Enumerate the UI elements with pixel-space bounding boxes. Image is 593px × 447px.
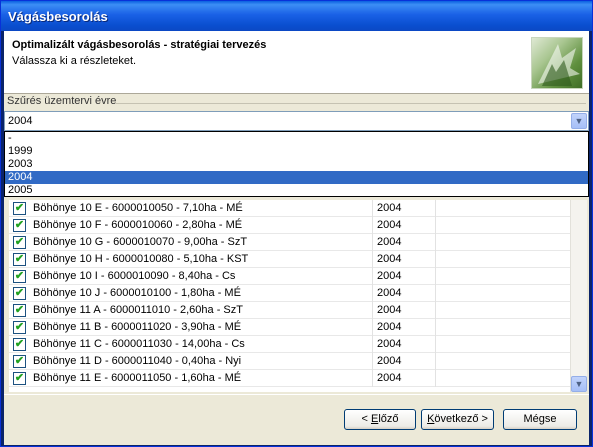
column-divider [435, 302, 436, 319]
dialog-window: Vágásbesorolás Optimalizált vágásbesorol… [0, 0, 593, 447]
window-title: Vágásbesorolás [8, 9, 108, 24]
list-item[interactable]: ✔ Böhönye 10 G - 6000010070 - 9,00ha - Sz… [9, 234, 575, 251]
item-name: Böhönye 10 G - 6000010070 - 9,00ha - SzT [33, 236, 248, 248]
header-subtitle: Válassza ki a részleteket. [12, 55, 137, 67]
checkbox[interactable]: ✔ [13, 321, 26, 334]
item-name: Böhönye 11 B - 6000011020 - 3,90ha - MÉ [33, 321, 242, 333]
scroll-down-icon[interactable]: ▼ [571, 376, 587, 392]
prev-label-post: lőző [378, 413, 399, 425]
column-divider [372, 200, 373, 217]
list-item[interactable]: ✔ Böhönye 11 D - 6000011040 - 0,40ha - Ny… [9, 353, 575, 370]
cancel-button[interactable]: Mégse [503, 409, 577, 430]
list-item[interactable]: ✔ Böhönye 11 E - 6000011050 - 1,60ha - MÉ… [9, 370, 575, 387]
list-scrollbar[interactable]: ▼ [570, 200, 587, 392]
item-name: Böhönye 10 J - 6000010100 - 1,80ha - MÉ [33, 287, 241, 299]
column-divider [372, 336, 373, 353]
column-divider [435, 251, 436, 268]
item-year: 2004 [377, 304, 402, 316]
dropdown-option-selected[interactable]: 2004 [5, 171, 588, 184]
title-bar[interactable]: Vágásbesorolás [1, 1, 592, 31]
dropdown-option[interactable]: - [5, 132, 588, 145]
list-item[interactable]: ✔ Böhönye 11 A - 6000011010 - 2,60ha - Sz… [9, 302, 575, 319]
wizard-header: Optimalizált vágásbesorolás - stratégiai… [4, 31, 589, 94]
list-item[interactable]: ✔ Böhönye 10 H - 6000010080 - 5,10ha - KS… [9, 251, 575, 268]
column-divider [372, 268, 373, 285]
dropdown-option[interactable]: 2005 [5, 184, 588, 197]
list-item[interactable]: ✔ Böhönye 10 J - 6000010100 - 1,80ha - MÉ… [9, 285, 575, 302]
column-divider [435, 200, 436, 217]
item-year: 2004 [377, 270, 402, 282]
item-name: Böhönye 10 F - 6000010060 - 2,80ha - MÉ [33, 219, 243, 231]
column-divider [372, 285, 373, 302]
previous-button[interactable]: < Előző [344, 409, 416, 430]
list-item[interactable]: ✔ Böhönye 11 B - 6000011020 - 3,90ha - MÉ… [9, 319, 575, 336]
forest-logo-icon [531, 37, 583, 89]
item-name: Böhönye 10 I - 6000010090 - 8,40ha - Cs [33, 270, 236, 282]
column-divider [372, 319, 373, 336]
checkbox[interactable]: ✔ [13, 355, 26, 368]
item-year: 2004 [377, 287, 402, 299]
prev-label-pre: < [361, 413, 371, 425]
column-divider [435, 285, 436, 302]
filter-label: Szűrés üzemtervi évre [7, 95, 117, 107]
year-dropdown-list[interactable]: - 1999 2003 2004 2005 [4, 131, 589, 197]
item-year: 2004 [377, 338, 402, 350]
item-year: 2004 [377, 321, 402, 333]
list-item[interactable]: ✔ Böhönye 10 F - 6000010060 - 2,80ha - MÉ… [9, 217, 575, 234]
item-name: Böhönye 11 C - 6000011030 - 14,00ha - Cs [33, 338, 245, 350]
column-divider [372, 370, 373, 387]
checkbox[interactable]: ✔ [13, 304, 26, 317]
item-name: Böhönye 11 A - 6000011010 - 2,60ha - SzT [33, 304, 243, 316]
list-item[interactable]: ✔ Böhönye 10 I - 6000010090 - 8,40ha - Cs… [9, 268, 575, 285]
checkbox[interactable]: ✔ [13, 236, 26, 249]
item-year: 2004 [377, 219, 402, 231]
column-divider [435, 370, 436, 387]
item-name: Böhönye 11 E - 6000011050 - 1,60ha - MÉ [33, 372, 242, 384]
column-divider [435, 336, 436, 353]
item-year: 2004 [377, 202, 402, 214]
dropdown-option[interactable]: 1999 [5, 145, 588, 158]
column-divider [372, 302, 373, 319]
column-divider [435, 217, 436, 234]
item-year: 2004 [377, 236, 402, 248]
item-name: Böhönye 11 D - 6000011040 - 0,40ha - Nyi [33, 355, 242, 367]
column-divider [372, 217, 373, 234]
checkbox[interactable]: ✔ [13, 338, 26, 351]
next-label-post: övetkező > [434, 413, 488, 425]
dialog-body: Optimalizált vágásbesorolás - stratégiai… [4, 31, 589, 445]
compartment-list[interactable]: ✔ Böhönye 10 E - 6000010050 - 7,10ha - MÉ… [9, 200, 575, 392]
chevron-down-icon[interactable]: ▼ [571, 113, 587, 129]
column-divider [372, 251, 373, 268]
year-filter-combobox[interactable]: 2004 ▼ [4, 111, 589, 131]
column-divider [372, 353, 373, 370]
item-name: Böhönye 10 H - 6000010080 - 5,10ha - KST [33, 253, 249, 265]
column-divider [435, 234, 436, 251]
button-separator [4, 394, 589, 395]
list-item[interactable]: ✔ Böhönye 10 E - 6000010050 - 7,10ha - MÉ… [9, 200, 575, 217]
checkbox[interactable]: ✔ [13, 372, 26, 385]
column-divider [372, 234, 373, 251]
item-year: 2004 [377, 253, 402, 265]
next-button[interactable]: Következő > [421, 409, 494, 430]
column-divider [435, 268, 436, 285]
item-year: 2004 [377, 372, 402, 384]
dropdown-option[interactable]: 2003 [5, 158, 588, 171]
item-year: 2004 [377, 355, 402, 367]
column-divider [435, 353, 436, 370]
checkbox[interactable]: ✔ [13, 219, 26, 232]
filter-divider [116, 103, 586, 104]
combobox-value: 2004 [8, 115, 33, 127]
item-name: Böhönye 10 E - 6000010050 - 7,10ha - MÉ [33, 202, 243, 214]
column-divider [435, 319, 436, 336]
checkbox[interactable]: ✔ [13, 202, 26, 215]
list-item[interactable]: ✔ Böhönye 11 C - 6000011030 - 14,00ha - C… [9, 336, 575, 353]
checkbox[interactable]: ✔ [13, 253, 26, 266]
checkbox[interactable]: ✔ [13, 287, 26, 300]
header-title: Optimalizált vágásbesorolás - stratégiai… [12, 39, 267, 51]
checkbox[interactable]: ✔ [13, 270, 26, 283]
